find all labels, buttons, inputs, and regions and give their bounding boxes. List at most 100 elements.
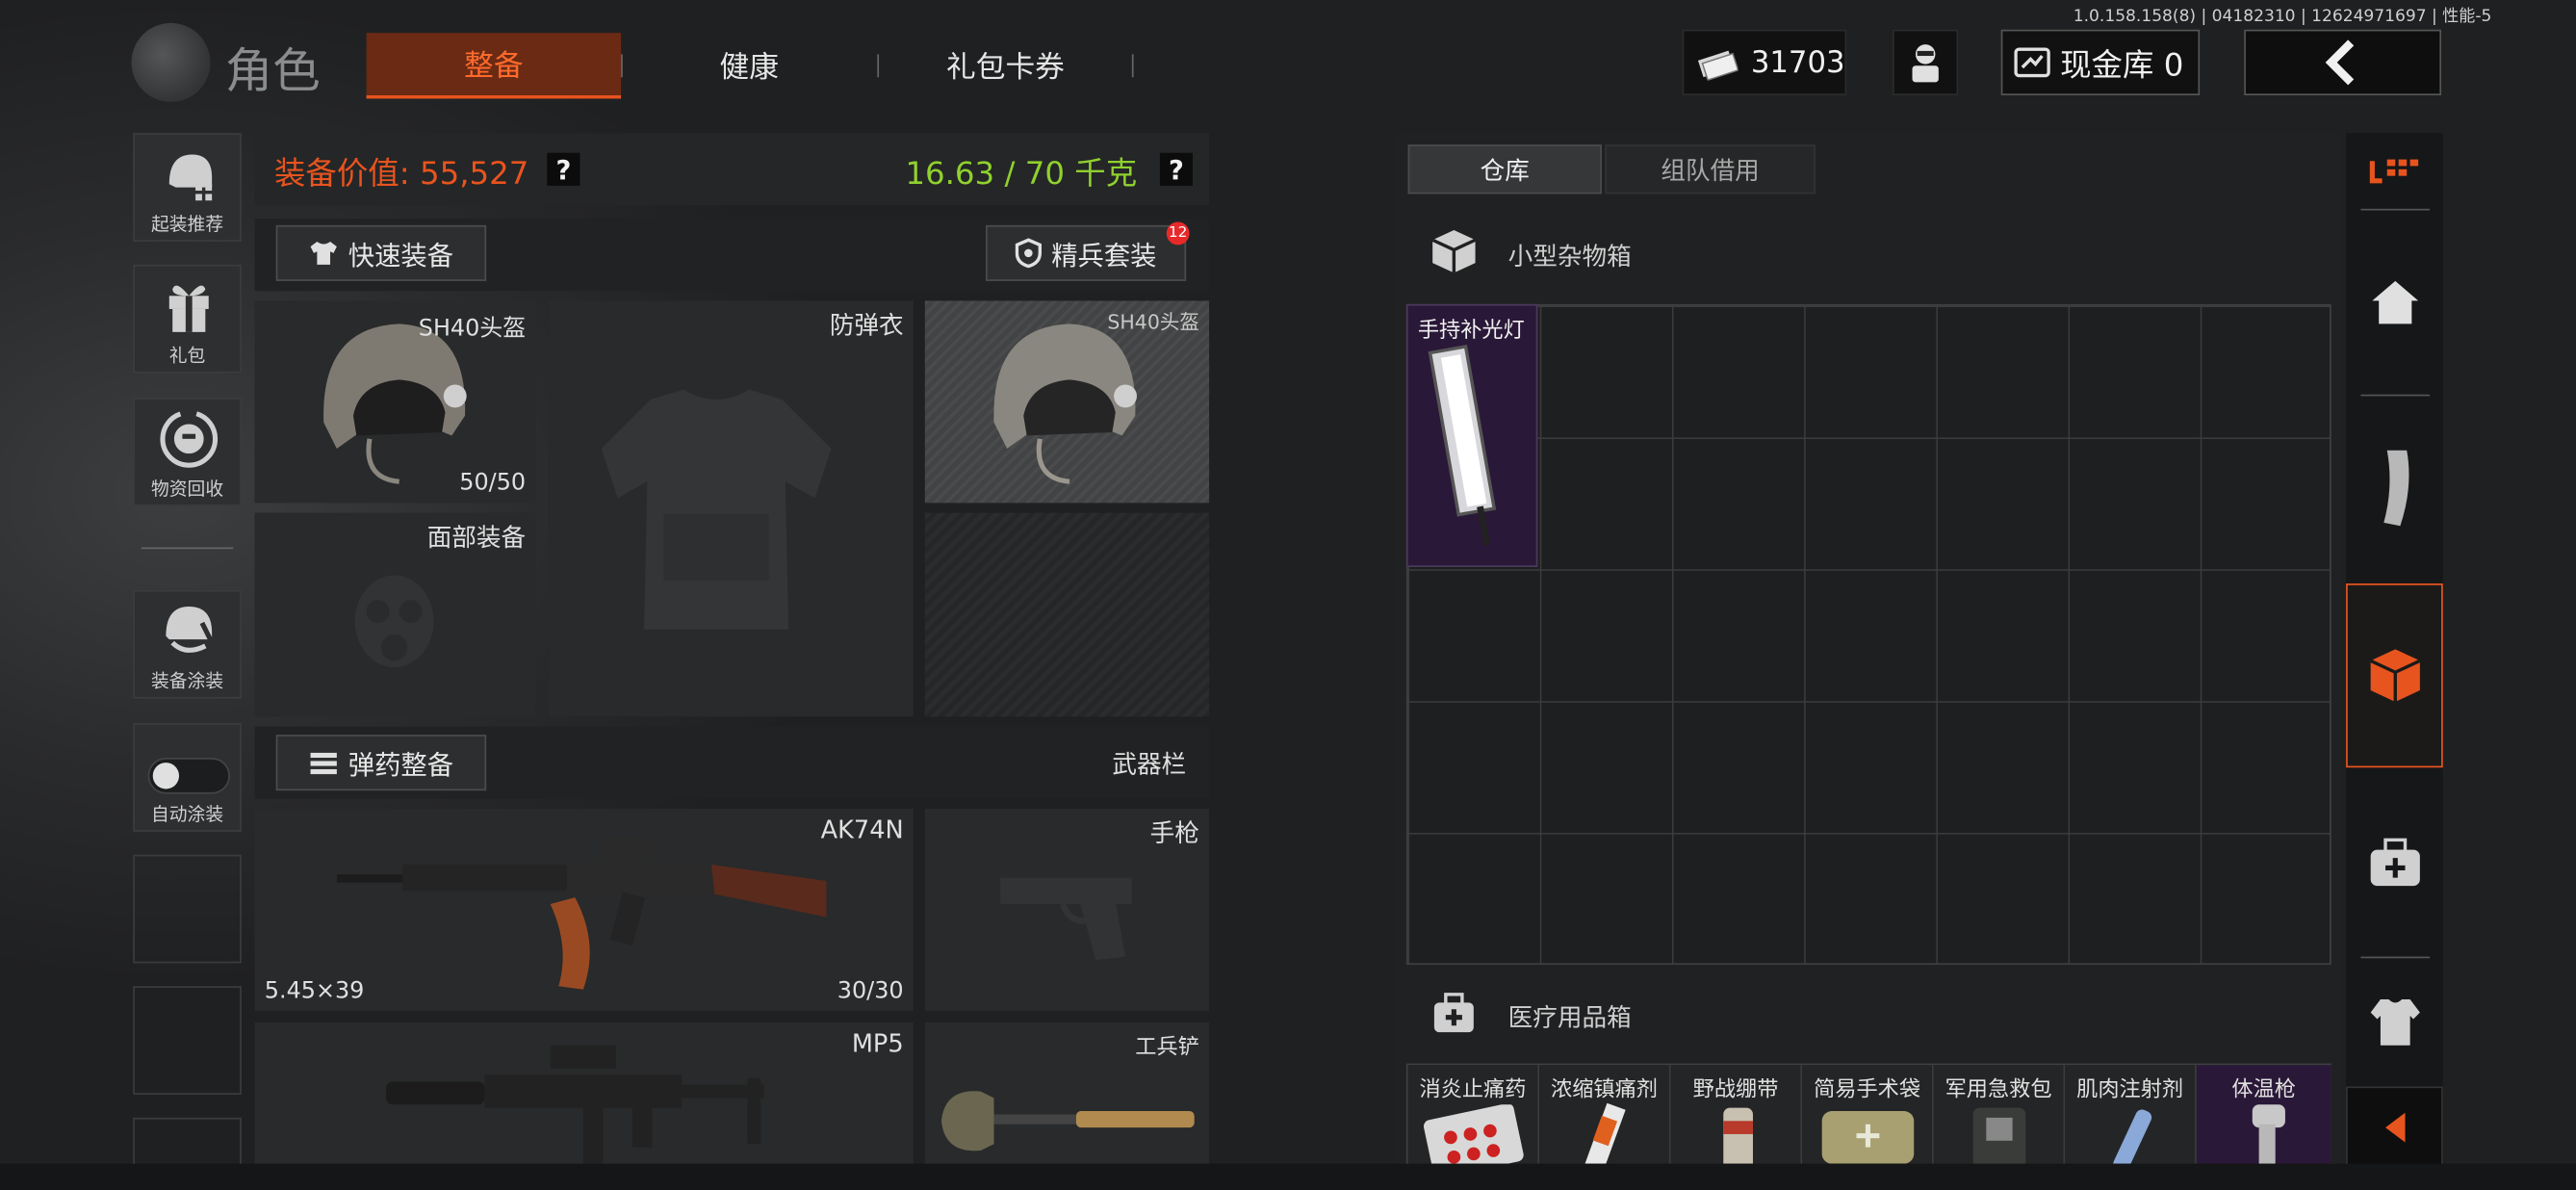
sidebar-item-label: 物资回收 (151, 478, 224, 500)
secondary-weapon-name: MP5 (851, 1028, 904, 1059)
sidebar-item-gift[interactable]: 礼包 (133, 264, 242, 374)
back-button[interactable] (2244, 29, 2442, 96)
right-nav-sort-button[interactable] (2346, 133, 2443, 209)
chevron-left-icon (2325, 39, 2355, 86)
melee-name: 工兵铲 (1135, 1035, 1199, 1061)
recycle-icon (160, 409, 219, 468)
right-nav-ammo[interactable] (2346, 396, 2443, 580)
item-thermometer[interactable]: 体温枪 (2196, 1065, 2331, 1164)
weight-help-button[interactable]: ? (1159, 152, 1194, 186)
right-nav-home[interactable] (2346, 211, 2443, 395)
tab-divider (877, 54, 880, 78)
flashlight-icon (1428, 344, 1497, 547)
notification-count: 12 (1168, 224, 1188, 242)
helmet-slot-2[interactable]: SH40头盔 (924, 300, 1210, 504)
item-surgical-kit[interactable]: 简易手术袋 (1802, 1065, 1934, 1164)
tab-equipment[interactable]: 整备 (366, 33, 622, 99)
tab-health[interactable]: 健康 (625, 33, 874, 98)
pistol-slot[interactable]: 手枪 (924, 808, 1210, 1011)
ammo-prep-button[interactable]: 弹药整备 (275, 735, 487, 791)
medical-box-icon (1433, 993, 1474, 1033)
empty-sidebar-slot (133, 1117, 242, 1168)
item-flashlight[interactable]: 手持补光灯 (1405, 303, 1538, 567)
gas-mask-icon (354, 575, 434, 668)
tab-warehouse[interactable]: 仓库 (1407, 144, 1602, 194)
small-box-title: 小型杂物箱 (1507, 241, 1632, 272)
weapon-bar-label: 武器栏 (1112, 749, 1187, 780)
tab-gift-cards-label: 礼包卡券 (946, 50, 1065, 86)
cash-icon (1697, 50, 1739, 81)
item-name: 浓缩镇痛剂 (1551, 1077, 1658, 1103)
sidebar-item-recycle[interactable]: 物资回收 (133, 398, 242, 506)
sidebar-item-loadout-recommend[interactable]: 起装推荐 (133, 133, 242, 242)
medical-box-title: 医疗用品箱 (1507, 1002, 1632, 1033)
secondary-weapon-slot[interactable]: MP5 (254, 1022, 914, 1168)
gift-icon (168, 285, 209, 332)
box-icon (1431, 230, 1477, 273)
empty-equipment-slot[interactable] (924, 512, 1210, 717)
tab-team-borrow-label: 组队借用 (1661, 155, 1760, 186)
right-nav-medical[interactable] (2346, 771, 2443, 955)
item-first-aid-kit[interactable]: 军用急救包 (1933, 1065, 2066, 1164)
bottom-strip (0, 1163, 2576, 1190)
version-info: 1.0.158.158(8) | 04182310 | 12624971697 … (2073, 8, 2492, 27)
vault-icon (2014, 47, 2050, 78)
empty-sidebar-slot (133, 986, 242, 1095)
caliber-label: 5.45×39 (264, 977, 365, 1005)
shovel-icon (940, 1091, 1195, 1151)
right-nav-collapse[interactable] (2346, 1086, 2443, 1169)
helmet-slot[interactable]: SH40头盔 50/50 (254, 300, 536, 504)
item-name: 肌肉注射剂 (2076, 1077, 2184, 1103)
right-nav-armor[interactable] (2346, 958, 2443, 1086)
operator-button[interactable] (1893, 29, 1959, 96)
item-name: 手持补光灯 (1417, 319, 1525, 344)
tab-gift-cards[interactable]: 礼包卡券 (881, 33, 1130, 98)
face-slot-name: 面部装备 (426, 522, 527, 553)
pill-pack-icon (1423, 1104, 1524, 1164)
sidebar-item-skin[interactable]: 装备涂装 (133, 589, 242, 699)
armor-vest-icon (2369, 998, 2420, 1046)
tab-health-label: 健康 (719, 50, 779, 86)
pistol-name: 手枪 (1149, 818, 1199, 848)
auto-skin-toggle[interactable] (147, 758, 230, 794)
tab-divider (1131, 54, 1134, 78)
sort-icon (2368, 159, 2418, 184)
sidebar-item-label: 装备涂装 (151, 670, 224, 692)
tube-icon (1584, 1102, 1626, 1164)
cash-vault-button[interactable]: 现金库 0 (2000, 29, 2201, 96)
sidebar-item-label: 自动涂装 (151, 803, 224, 826)
shirt-icon (310, 241, 337, 265)
value-help-button[interactable]: ? (547, 152, 580, 186)
helmet-2-name: SH40头盔 (1107, 310, 1199, 334)
small-box-grid (1405, 303, 2331, 966)
sidebar-item-label: 礼包 (168, 345, 206, 367)
item-name: 消炎止痛药 (1419, 1077, 1527, 1103)
item-painkiller[interactable]: 浓缩镇痛剂 (1539, 1065, 1671, 1164)
item-field-bandage[interactable]: 野战绷带 (1670, 1065, 1803, 1164)
thermometer-gun-icon (2252, 1104, 2285, 1164)
item-injector[interactable]: 肌肉注射剂 (2065, 1065, 2197, 1164)
medical-kit-icon (2369, 838, 2420, 887)
sidebar-item-auto-skin[interactable]: 自动涂装 (133, 723, 242, 832)
quick-equip-label: 快速装备 (348, 240, 454, 272)
right-nav-box[interactable] (2346, 583, 2443, 768)
item-anti-inflammatory[interactable]: 消炎止痛药 (1407, 1065, 1540, 1164)
first-aid-kit-icon (1972, 1107, 2026, 1164)
ammo-prep-label: 弹药整备 (348, 749, 454, 781)
collapse-arrow-icon (2384, 1112, 2405, 1143)
home-icon (2371, 280, 2418, 324)
box-icon (2369, 649, 2420, 702)
item-name: 体温枪 (2231, 1077, 2297, 1103)
melee-slot[interactable]: 工兵铲 (924, 1022, 1210, 1168)
tab-equipment-label: 整备 (464, 49, 524, 85)
face-slot[interactable]: 面部装备 (254, 512, 536, 717)
sidebar-item-label: 起装推荐 (151, 213, 224, 236)
armor-slot[interactable]: 防弹衣 (549, 300, 914, 717)
elite-set-button[interactable]: 精兵套装 (985, 224, 1187, 281)
primary-weapon-slot[interactable]: AK74N 5.45×39 30/30 (254, 808, 914, 1011)
ammo-icon (310, 752, 337, 775)
tab-team-borrow[interactable]: 组队借用 (1605, 144, 1816, 194)
quick-equip-button[interactable]: 快速装备 (275, 224, 487, 281)
equipment-value: 装备价值: 55,527 (274, 156, 529, 193)
money-display[interactable]: 31703 (1682, 29, 1847, 96)
